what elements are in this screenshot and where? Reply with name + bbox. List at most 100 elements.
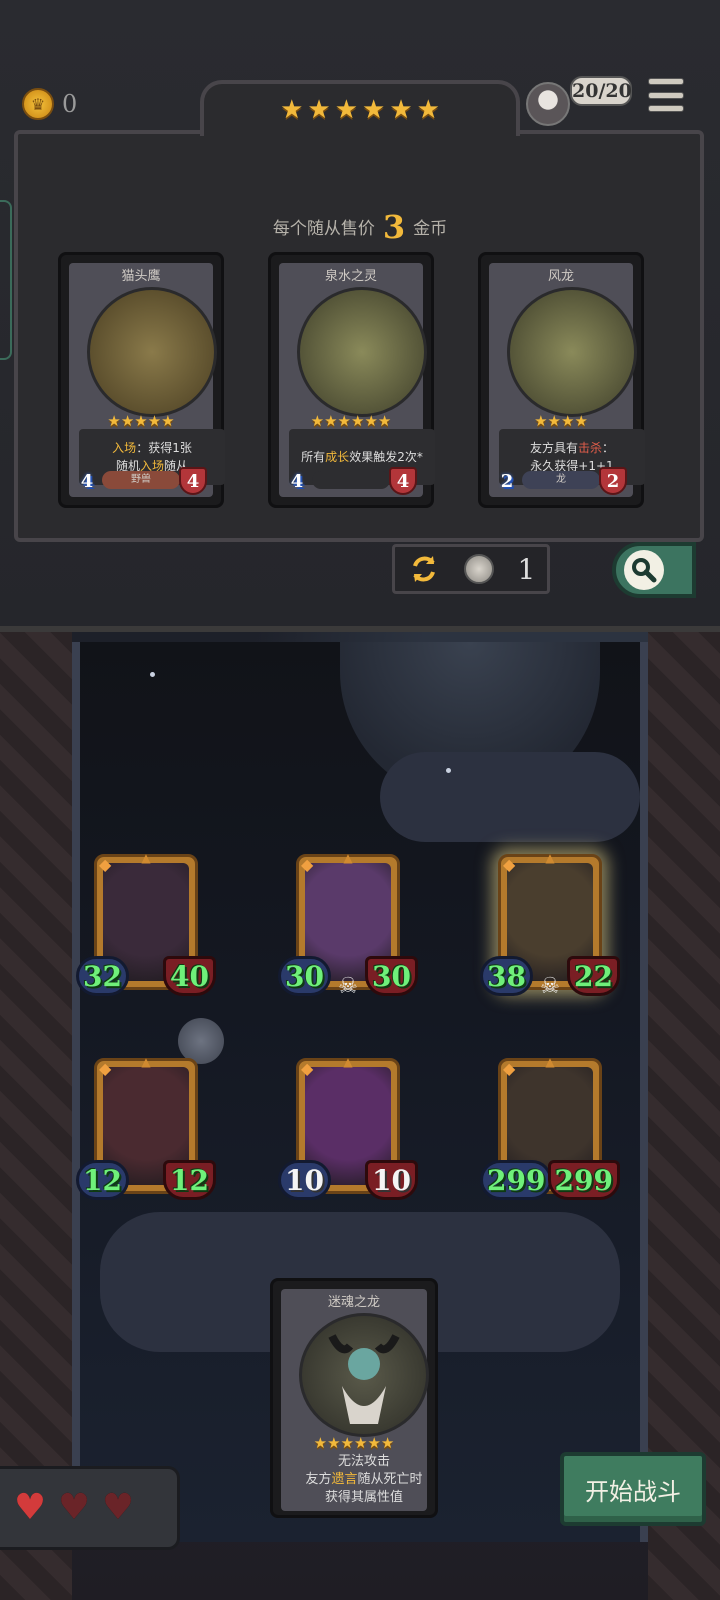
menu-button[interactable] [648,78,684,112]
shop-minion-card[interactable]: 泉水之灵 ★★★★★★ 所有成长效果触发2次* 4 4 [268,252,435,508]
card-name: 泉水之灵 [324,269,377,284]
star-dot [446,768,451,773]
card-tribe [312,471,390,489]
star-icon: ★ [120,412,135,430]
heart-icon: ♥ [13,1487,47,1528]
card-stars: ★★★★ [489,411,633,430]
desc-text: 效果触发2次* [349,450,423,464]
minion-health: 40 [163,956,216,996]
start-battle-button[interactable]: 开始战斗 [560,1452,706,1526]
minion-attack: 30 [278,956,331,996]
lives-panel: ♥ ♥ ♥ [0,1466,180,1550]
card-attack: 4 [290,470,304,492]
minion-health: 22 [567,956,620,996]
star-icon: ★ [310,412,325,430]
cloud [380,752,640,842]
desc-text: ：获得1张 [136,441,192,455]
card-health: 4 [179,467,207,495]
card-health: 2 [599,467,627,495]
star-icon: ★ [107,412,121,430]
deathrattle-skull-icon: ☠ [540,974,560,999]
minion-health: 12 [163,1160,216,1200]
frame-ornament-icon: ▲ [141,851,151,865]
card-health: 4 [389,467,417,495]
menu-icon-bar [648,91,684,99]
card-inner: 猫头鹰 ★★★★★ 入场：获得1张 随机入场随从 野兽 4 4 [69,263,225,497]
star-icon: ★ [313,1434,328,1452]
minion-attack: 12 [76,1160,129,1200]
card-attack: 2 [500,470,514,492]
card-name: 风龙 [547,269,574,284]
price-suffix: 金币 [413,219,448,239]
gem-icon: ◆ [99,1059,112,1078]
refresh-icon[interactable] [407,552,441,586]
star-icon: ★ [351,412,365,430]
desc-line: 入场：获得1张 [79,439,225,457]
gem-icon: ◆ [99,855,112,874]
board-minion[interactable]: ◆ ▲ 38 22 ☠ [480,851,620,1012]
desc-line: 所有成长效果触发2次* [289,448,435,466]
gem-icon: ◆ [301,855,314,874]
card-attack: 4 [80,470,94,492]
star-icon: ★ [380,1434,395,1452]
star-icon: ★ [280,95,304,125]
star-icon: ★ [147,412,162,430]
desc-text: 击杀 [577,441,602,455]
desc-line: 友方具有击杀： [499,439,645,457]
heart-icon: ♥ [101,1487,135,1528]
shop-minion-card[interactable]: 猫头鹰 ★★★★★ 入场：获得1张 随机入场随从 野兽 4 4 [58,252,225,508]
star-icon: ★ [340,1434,354,1452]
card-inner: 泉水之灵 ★★★★★★ 所有成长效果触发2次* 4 4 [279,263,435,497]
star-icon: ★ [416,95,440,125]
shop-minion-card[interactable]: 风龙 ★★★★ 友方具有击杀： 永久获得+1+1 龙 2 2 [478,252,645,508]
star-icon: ★ [337,412,351,430]
hero-card-stars: ★★★★★★ [281,1433,427,1452]
hero-avatar[interactable] [526,82,570,126]
star-icon: ★ [324,412,338,430]
minion-attack: 10 [278,1160,331,1200]
price-value: 3 [382,208,406,246]
gem-icon: ◆ [301,1059,314,1078]
bottom-bar: ♥ ♥ ♥ 开始战斗 [0,1452,720,1600]
hero-health-text: 20/20 [570,76,632,106]
gold-count: 0 [62,90,78,118]
card-inner: 风龙 ★★★★ 友方具有击杀： 永久获得+1+1 龙 2 2 [489,263,645,497]
frame-ornament-icon: ▲ [545,1055,555,1069]
star-icon: ★ [377,412,392,430]
sell-price-info: 每个随从售价 3 金币 [0,208,720,246]
minion-health: 10 [365,1160,418,1200]
deathrattle-skull-icon: ☠ [338,974,358,999]
board-minion[interactable]: ◆ ▲ 299 299 [480,1055,620,1216]
board-minion[interactable]: ◆ ▲ 10 10 [278,1055,418,1216]
hero-card-portrait [299,1313,429,1437]
crown-coin-icon [464,554,495,584]
star-icon: ★ [134,412,148,430]
desc-text: ： [602,441,615,455]
board-minion[interactable]: ◆ ▲ 30 30 ☠ [278,851,418,1012]
frame-ornament-icon: ▲ [141,1055,151,1069]
gold-display: ♛ 0 [22,88,77,120]
shop-panel: ♛ 0 ★ ★ ★ ★ ★ ★ 20/20 每个随从售价 3 金币 猫头鹰 ★★★★★ 入场：获得… [0,0,720,632]
minion-health: 30 [365,956,418,996]
hero-card-name: 迷魂之龙 [327,1295,380,1310]
board-minion[interactable]: ◆ ▲ 32 40 [76,851,216,1012]
search-button[interactable] [612,542,696,598]
frame-ornament-icon: ▲ [343,1055,353,1069]
gem-icon: ◆ [503,855,516,874]
card-portrait [87,287,217,417]
desc-text: 所有 [301,450,326,464]
price-prefix: 每个随从售价 [272,219,375,239]
gem-icon: ◆ [503,1059,516,1078]
frame-ornament-icon: ▲ [545,851,555,865]
star-icon: ★ [334,95,358,125]
desc-text: 友方具有 [529,441,578,455]
crown-coin-icon: ♛ [22,88,54,120]
minion-attack: 32 [76,956,129,996]
card-tribe: 野兽 [102,471,180,489]
minion-attack: 38 [480,956,533,996]
card-portrait [297,287,427,417]
hero-health[interactable]: 20/20 [526,76,636,126]
board-minion[interactable]: ◆ ▲ 12 12 [76,1055,216,1216]
star-icon: ★ [161,412,175,430]
card-name: 猫头鹰 [121,269,161,284]
